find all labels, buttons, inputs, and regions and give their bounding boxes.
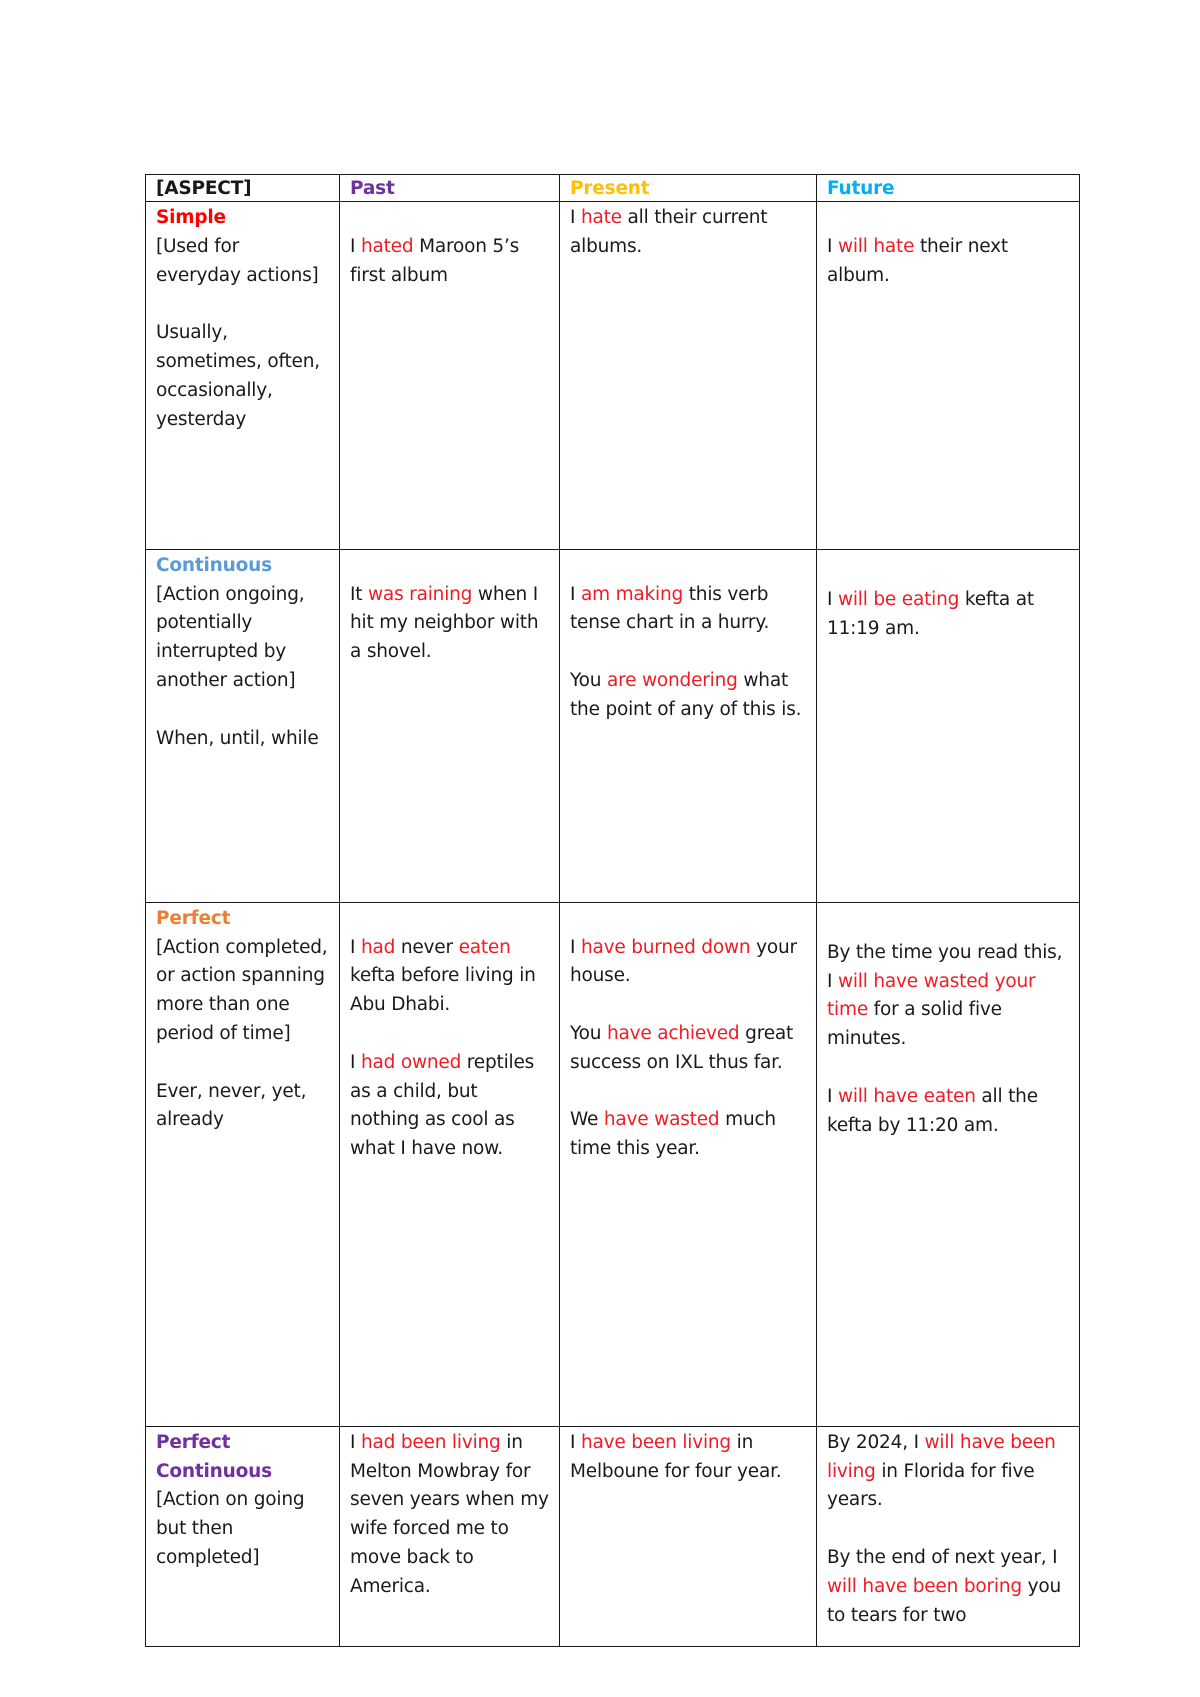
verb-highlight: had — [360, 936, 396, 958]
example-sentence: It was raining when I hit my neighbor wi… — [350, 583, 539, 663]
aspect-cell: Continuous [Action ongoing, potentially … — [145, 548, 340, 903]
example-sentence: I will hate their next album. — [827, 235, 1008, 286]
verb-highlight: hate — [580, 207, 622, 228]
verb-tense-table: [ASPECT] Past Present Future Simple [Use… — [145, 174, 1080, 1647]
aspect-keywords: Usually, sometimes, often, occasionally,… — [156, 322, 320, 430]
example-sentence: I have been living in Melboune for four … — [570, 1431, 782, 1482]
example-sentence: By the end of next year, I will have bee… — [827, 1546, 1061, 1626]
aspect-cell: Perfect Continuous [Action on going but … — [145, 1425, 340, 1647]
verb-highlight: am making — [580, 583, 684, 605]
header-past: Past — [339, 174, 560, 202]
header-present: Present — [559, 174, 817, 202]
example-sentence: By 2024, I will have been living in Flor… — [827, 1431, 1056, 1511]
verb-highlight: will have eaten — [837, 1085, 976, 1107]
example-sentence: I am making this verb tense chart in a h… — [570, 583, 770, 634]
example-sentence: I hated Maroon 5’s first album — [350, 235, 520, 286]
verb-highlight: have burned down — [580, 936, 751, 958]
aspect-title: Simple — [156, 207, 226, 228]
example-sentence: You have achieved great success on IXL t… — [570, 1022, 794, 1073]
aspect-title: Perfect Continuous — [156, 1431, 272, 1482]
verb-highlight: will be eating — [837, 588, 960, 610]
example-sentence: I had owned reptiles as a child, but not… — [350, 1051, 535, 1160]
future-cell: By 2024, I will have been living in Flor… — [816, 1425, 1080, 1647]
example-sentence: You are wondering what the point of any … — [570, 669, 802, 720]
example-sentence: By the time you read this, I will have w… — [827, 941, 1063, 1050]
verb-highlight: had been living — [360, 1431, 501, 1453]
verb-highlight: have been living — [580, 1431, 731, 1453]
present-cell: I am making this verb tense chart in a h… — [559, 548, 817, 903]
example-sentence: I will have eaten all the kefta by 11:20… — [827, 1085, 1038, 1136]
header-aspect: [ASPECT] — [145, 174, 340, 202]
aspect-description: [Action on going but then completed] — [156, 1489, 305, 1568]
verb-highlight: have wasted — [603, 1109, 720, 1131]
aspect-title: Perfect — [156, 907, 231, 929]
future-cell: By the time you read this, I will have w… — [816, 901, 1080, 1427]
example-sentence: I have burned down your house. — [570, 936, 797, 987]
verb-highlight: will have been boring — [827, 1575, 1022, 1597]
aspect-cell: Perfect [Action completed, or action spa… — [145, 901, 340, 1427]
verb-highlight: have achieved — [606, 1022, 740, 1044]
table-row-perfect: Perfect [Action completed, or action spa… — [145, 901, 1080, 1427]
aspect-description: [Action ongoing, potentially interrupted… — [156, 583, 305, 691]
header-future: Future — [816, 174, 1080, 202]
verb-highlight: will hate — [837, 235, 915, 257]
future-cell: I will be eating kefta at 11:19 am. — [816, 548, 1080, 903]
past-cell: I had been living in Melton Mowbray for … — [339, 1425, 560, 1647]
verb-highlight: are wondering — [606, 669, 738, 691]
aspect-title: Continuous — [156, 554, 272, 576]
present-cell: I have burned down your house. You have … — [559, 901, 817, 1427]
past-cell: I hated Maroon 5’s first album — [339, 201, 560, 550]
example-sentence: We have wasted much time this year. — [570, 1109, 776, 1160]
aspect-keywords: Ever, never, yet, already — [156, 1080, 307, 1131]
aspect-description: [Action completed, or action spanning mo… — [156, 936, 328, 1044]
example-sentence: I had never eaten kefta before living in… — [350, 936, 536, 1016]
past-cell: It was raining when I hit my neighbor wi… — [339, 548, 560, 903]
verb-highlight: eaten — [458, 936, 511, 958]
aspect-keywords: When, until, while — [156, 727, 319, 749]
verb-highlight: had owned — [360, 1051, 462, 1073]
table-row-continuous: Continuous [Action ongoing, potentially … — [145, 548, 1080, 903]
table-row-simple: Simple [Used for everyday actions] Usual… — [145, 201, 1080, 550]
table-row-perfect-continuous: Perfect Continuous [Action on going but … — [145, 1425, 1080, 1647]
header-row: [ASPECT] Past Present Future — [145, 174, 1080, 202]
example-sentence: I hate all their current albums. — [570, 207, 768, 257]
example-sentence: I will be eating kefta at 11:19 am. — [827, 588, 1034, 639]
aspect-cell: Simple [Used for everyday actions] Usual… — [145, 201, 340, 550]
present-cell: I hate all their current albums. — [559, 201, 817, 550]
future-cell: I will hate their next album. — [816, 201, 1080, 550]
verb-highlight: hated — [360, 235, 414, 257]
past-cell: I had never eaten kefta before living in… — [339, 901, 560, 1427]
verb-highlight: was raining — [368, 583, 473, 605]
example-sentence: I had been living in Melton Mowbray for … — [350, 1431, 549, 1597]
present-cell: I have been living in Melboune for four … — [559, 1425, 817, 1647]
aspect-description: [Used for everyday actions] — [156, 235, 319, 286]
